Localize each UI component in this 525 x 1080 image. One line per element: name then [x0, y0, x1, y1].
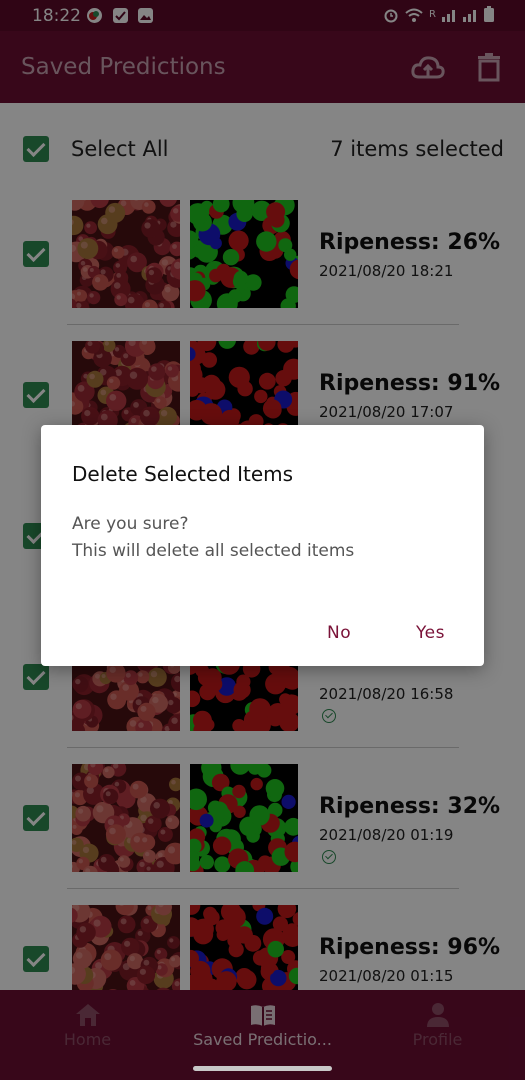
dialog-title: Delete Selected Items: [72, 462, 294, 486]
dialog-no-button[interactable]: No: [327, 623, 351, 643]
dialog-message-line2: This will delete all selected items: [72, 541, 355, 561]
dialog-yes-button[interactable]: Yes: [416, 623, 445, 643]
delete-confirm-dialog: Delete Selected Items Are you sure? This…: [41, 425, 484, 666]
gesture-bar[interactable]: [193, 1066, 332, 1071]
dialog-message-line1: Are you sure?: [72, 514, 189, 534]
